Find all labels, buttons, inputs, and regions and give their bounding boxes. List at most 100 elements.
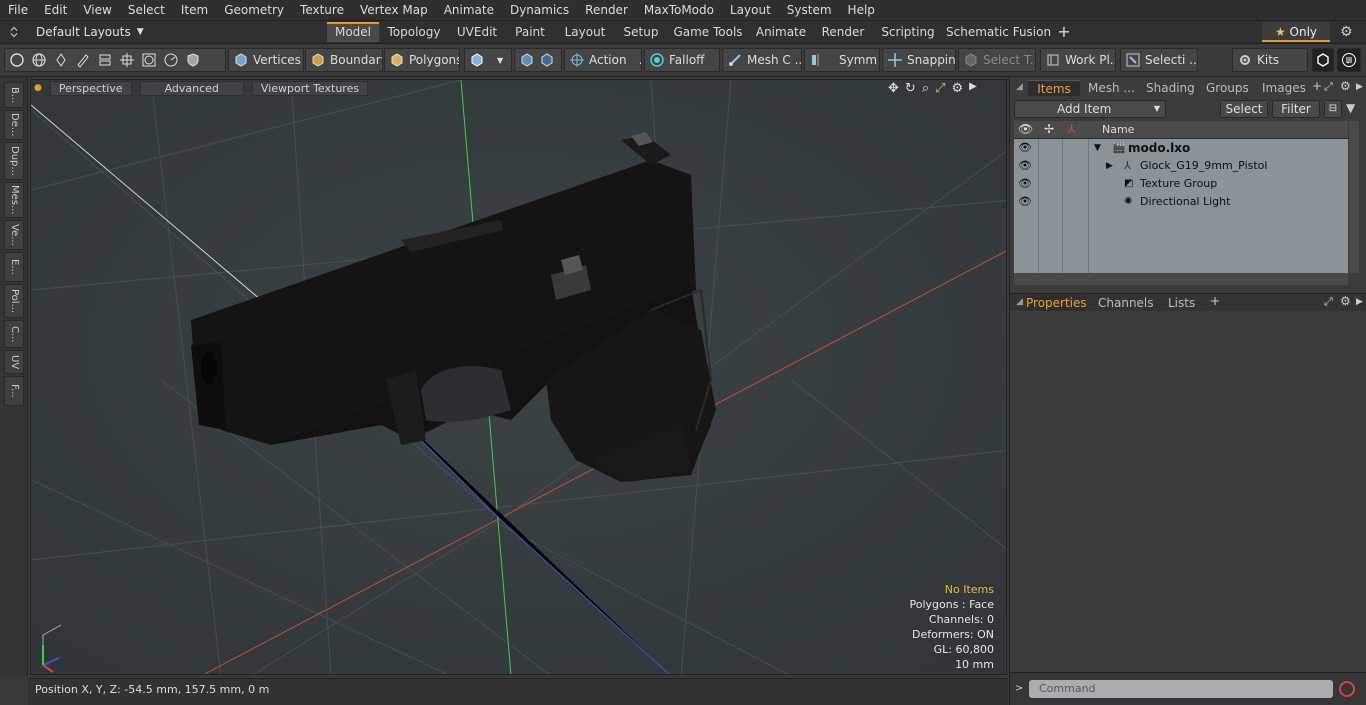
tab-uvedit[interactable]: UVEdit (450, 22, 504, 42)
square-circle-icon[interactable] (141, 52, 157, 68)
expand-arrow-icon[interactable]: ▼ (1094, 139, 1101, 157)
item-mode-dropdown[interactable]: ▼ (464, 48, 512, 72)
advanced-button[interactable]: Advanced (139, 81, 244, 96)
brush-icon[interactable] (75, 52, 91, 68)
perspective-button[interactable]: Perspective (49, 81, 132, 96)
menu-texture[interactable]: Texture (292, 3, 352, 17)
list-horizontal-scrollbar[interactable] (1014, 273, 1348, 285)
menu-render[interactable]: Render (577, 3, 636, 17)
select-through-button[interactable]: Select T... (958, 48, 1036, 72)
record-macro-icon[interactable] (1339, 681, 1355, 697)
left-tab-vertex[interactable]: Ve... (4, 220, 24, 250)
select-button[interactable]: Select (1220, 100, 1268, 118)
locator-column-icon[interactable]: ⅄ (1068, 122, 1075, 136)
gear-icon[interactable]: ⚙ (1340, 24, 1353, 40)
center-icon[interactable] (119, 52, 135, 68)
left-tab-curve[interactable]: C... (4, 320, 24, 348)
menu-geometry[interactable]: Geometry (216, 3, 292, 17)
material-icon[interactable] (519, 52, 535, 68)
menu-select[interactable]: Select (120, 3, 173, 17)
left-tab-edge[interactable]: E... (4, 252, 24, 282)
menu-view[interactable]: View (75, 3, 119, 17)
properties-menu-arrow-icon[interactable]: ◢ (1016, 297, 1023, 307)
unity-icon[interactable] (1312, 48, 1334, 72)
menu-item[interactable]: Item (173, 3, 216, 17)
tab-properties[interactable]: Properties (1026, 295, 1087, 311)
left-tab-fusion[interactable]: F... (4, 376, 24, 406)
rotate-view-icon[interactable]: ↻ (905, 81, 916, 96)
viewport-menu-arrow-icon[interactable]: ▶ (969, 81, 977, 96)
list-item[interactable]: 👁 ▼ 🎬 modo.lxo (1014, 139, 1348, 157)
circle-select-icon[interactable] (9, 52, 25, 68)
3d-viewport[interactable] (30, 79, 1007, 675)
tab-items[interactable]: Items (1028, 80, 1080, 96)
tab-groups[interactable]: Groups (1206, 80, 1249, 96)
menu-dynamics[interactable]: Dynamics (502, 3, 577, 17)
menu-layout[interactable]: Layout (722, 3, 779, 17)
tab-model[interactable]: Model (327, 22, 379, 42)
align-icon[interactable] (97, 52, 113, 68)
boundary-button[interactable]: Boundary (305, 48, 383, 72)
unreal-icon[interactable] (1337, 48, 1361, 72)
panel-gear-icon[interactable]: ⚙ (1340, 79, 1351, 93)
tab-animate[interactable]: Animate (752, 22, 810, 42)
panel-menu-arrow-icon[interactable]: ◢ (1016, 82, 1023, 92)
tab-scripting[interactable]: Scripting (878, 22, 938, 42)
add-properties-tab-button[interactable]: + (1210, 294, 1220, 308)
properties-arrow-icon[interactable]: ▶ (1356, 297, 1363, 307)
tab-mesh[interactable]: Mesh ... (1088, 80, 1135, 96)
only-toggle[interactable]: ★ Only (1262, 22, 1330, 42)
zoom-view-icon[interactable]: ⌕ (922, 81, 929, 96)
tab-layout[interactable]: Layout (558, 22, 612, 42)
viewport-gear-icon[interactable]: ⚙ (952, 81, 964, 96)
visibility-eye-icon[interactable]: 👁 (1018, 193, 1032, 211)
collapse-icon[interactable]: ⊟ (1324, 100, 1342, 118)
shield-icon[interactable] (185, 52, 201, 68)
left-tab-deform[interactable]: De... (4, 110, 24, 140)
tab-paint[interactable]: Paint (510, 22, 550, 42)
tab-schematic-fusion[interactable]: Schematic Fusion (946, 22, 1051, 42)
expand-panel-icon[interactable]: ⤢ (1324, 80, 1333, 94)
list-item[interactable]: 👁 ▶ ⅄ Glock_G19_9mm_Pistol (1014, 157, 1348, 175)
tab-topology[interactable]: Topology (384, 22, 444, 42)
clock-icon[interactable] (163, 52, 179, 68)
viewport-textures-button[interactable]: Viewport Textures (251, 81, 369, 96)
funnel-icon[interactable]: ▼ (1346, 101, 1355, 115)
maximize-view-icon[interactable]: ⤢ (935, 81, 945, 96)
polygons-button[interactable]: Polygons (384, 48, 460, 72)
command-input[interactable]: Command (1029, 680, 1333, 698)
tab-images[interactable]: Images (1262, 80, 1306, 96)
visibility-eye-icon[interactable]: 👁 (1018, 157, 1032, 175)
menu-maxtomodo[interactable]: MaxToModo (636, 3, 722, 17)
menu-system[interactable]: System (779, 3, 840, 17)
menu-file[interactable]: File (0, 3, 36, 17)
selection-sets-button[interactable]: Selecti ... (1120, 48, 1198, 72)
left-tab-mesh-edit[interactable]: Mes... (4, 182, 24, 218)
mesh-constraint-button[interactable]: Mesh C ... (722, 48, 802, 72)
vertices-button[interactable]: Vertices (228, 48, 304, 72)
tab-channels[interactable]: Channels (1098, 295, 1154, 311)
layouts-dropdown[interactable]: Default Layouts ▼ (8, 21, 144, 43)
add-tab-button[interactable]: + (1054, 22, 1074, 42)
list-vertical-scrollbar[interactable] (1349, 121, 1359, 273)
add-item-button[interactable]: Add Item ▼ (1014, 100, 1166, 118)
panel-arrow-icon[interactable]: ▶ (1356, 82, 1363, 92)
tab-render[interactable]: Render (816, 22, 870, 42)
tab-game-tools[interactable]: Game Tools (672, 22, 744, 42)
visibility-column-eye-icon[interactable]: 👁 (1018, 122, 1033, 136)
symmetry-button[interactable]: Symm ... (804, 48, 880, 72)
menu-help[interactable]: Help (840, 3, 883, 17)
work-plane-button[interactable]: Work Pl... (1040, 48, 1116, 72)
list-item[interactable]: 👁 ◩ Texture Group (1014, 175, 1348, 193)
tab-lists[interactable]: Lists (1168, 295, 1195, 311)
move-view-icon[interactable]: ✥ (888, 81, 899, 96)
expand-arrow-icon[interactable]: ▶ (1106, 157, 1113, 175)
menu-edit[interactable]: Edit (36, 3, 75, 17)
left-tab-duplicate[interactable]: Dup... (4, 142, 24, 180)
left-tab-basic[interactable]: B... (4, 82, 24, 108)
kits-button[interactable]: Kits (1232, 48, 1308, 72)
left-tab-uv[interactable]: UV (4, 350, 24, 374)
falloff-button[interactable]: Falloff (644, 48, 720, 72)
visibility-eye-icon[interactable]: 👁 (1018, 139, 1032, 157)
tab-setup[interactable]: Setup (618, 22, 664, 42)
